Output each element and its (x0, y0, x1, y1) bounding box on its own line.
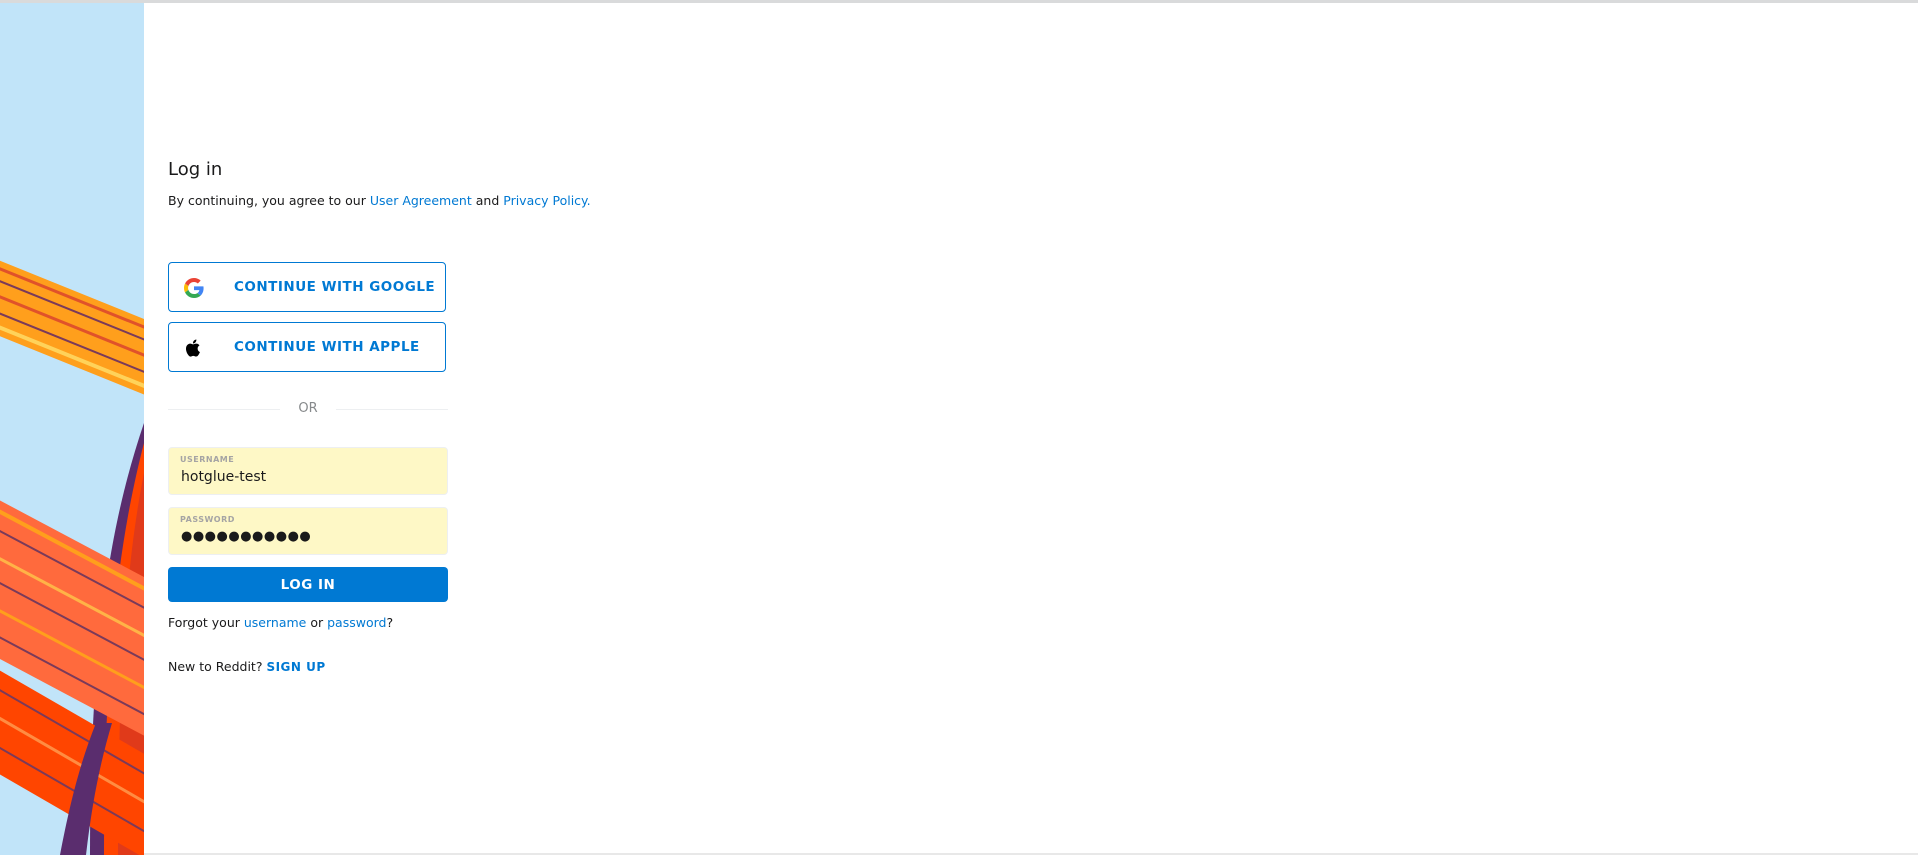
google-button-label: CONTINUE WITH GOOGLE (234, 279, 436, 295)
signup-prompt: New to Reddit? SIGN UP (168, 659, 326, 674)
or-divider: OR (168, 399, 448, 419)
username-label: USERNAME (180, 455, 235, 464)
forgot-suffix: ? (386, 615, 394, 630)
login-page: Log in By continuing, you agree to our U… (0, 0, 1918, 855)
user-agreement-link[interactable]: User Agreement (370, 193, 472, 208)
divider-text: OR (298, 401, 318, 416)
agreement-and: and (475, 193, 500, 208)
password-label: PASSWORD (180, 515, 235, 524)
page-title: Log in (168, 159, 223, 180)
forgot-password-link[interactable]: password (327, 615, 386, 630)
agreement-prefix: By continuing, you agree to our (168, 193, 366, 208)
decorative-art-panel (0, 3, 144, 855)
username-input[interactable] (181, 469, 431, 485)
password-field[interactable]: PASSWORD ●●●●●●●●●●● (168, 507, 448, 555)
forgot-or: or (310, 615, 324, 630)
sign-up-link[interactable]: SIGN UP (266, 660, 325, 674)
apple-button-label: CONTINUE WITH APPLE (234, 339, 420, 355)
agreement-text: By continuing, you agree to our User Agr… (168, 193, 591, 209)
google-g-icon (184, 278, 204, 298)
apple-logo-icon (186, 339, 200, 357)
continue-with-google-button[interactable]: CONTINUE WITH GOOGLE (168, 262, 446, 312)
agreement-period: . (586, 193, 591, 208)
abstract-stripes-illustration (0, 3, 144, 855)
login-form-container: Log in By continuing, you agree to our U… (168, 159, 591, 674)
forgot-prefix: Forgot your (168, 615, 240, 630)
continue-with-apple-button[interactable]: CONTINUE WITH APPLE (168, 322, 446, 372)
log-in-button[interactable]: LOG IN (168, 567, 448, 602)
password-input[interactable]: ●●●●●●●●●●● (181, 529, 311, 544)
top-border (0, 0, 1918, 3)
forgot-username-link[interactable]: username (244, 615, 307, 630)
forgot-credentials-text: Forgot your username or password? (168, 615, 393, 630)
privacy-policy-link[interactable]: Privacy Policy (503, 193, 586, 208)
new-to-reddit-text: New to Reddit? (168, 659, 263, 674)
username-field[interactable]: USERNAME (168, 447, 448, 495)
